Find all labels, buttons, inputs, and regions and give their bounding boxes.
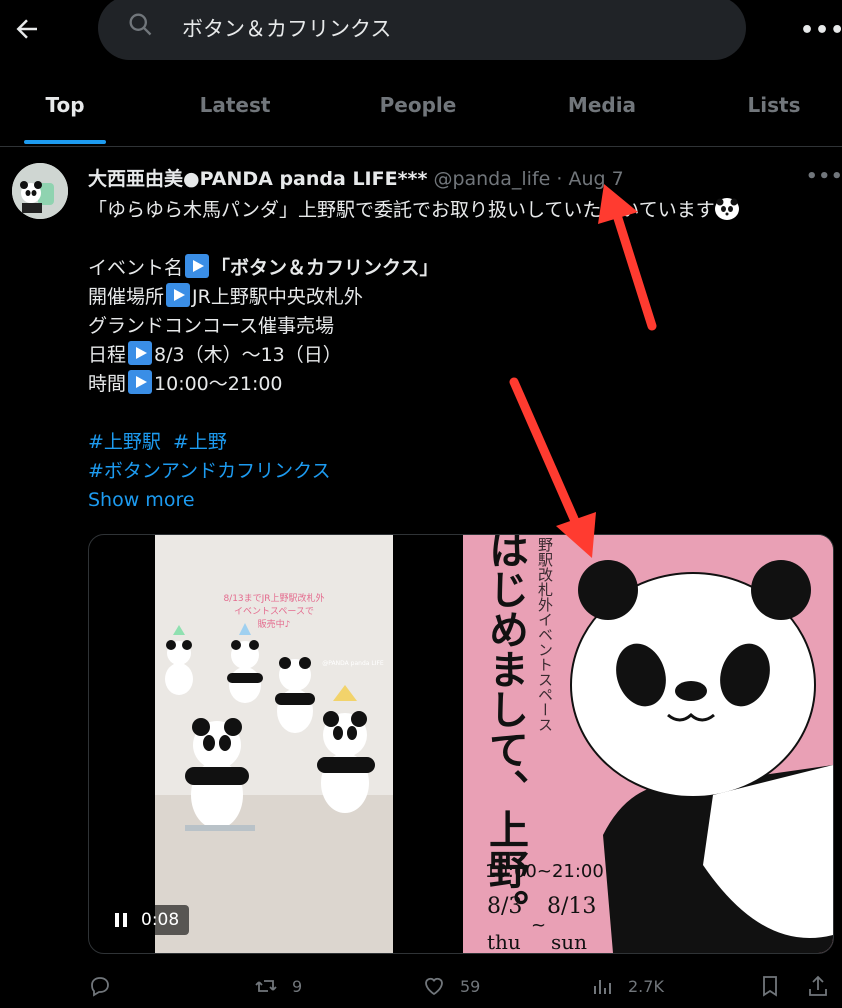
poster-end-date: 8/13 — [547, 894, 596, 919]
handle[interactable]: @panda_life — [433, 168, 550, 190]
tab-label: Media — [567, 93, 637, 117]
bookmark-button[interactable] — [758, 966, 782, 1006]
tab-label: People — [379, 93, 457, 117]
search-tabs: Top Latest People Media Lists — [0, 76, 842, 147]
poster-time: 10:00~21:00 — [485, 861, 604, 882]
avatar[interactable] — [12, 163, 68, 219]
search-input[interactable] — [180, 10, 724, 46]
tab-latest[interactable]: Latest — [180, 76, 290, 146]
text-line: 日程 — [88, 344, 127, 366]
text-line: 10:00〜21:00 — [154, 373, 283, 395]
video-watermark: @PANDA panda LIFE — [322, 660, 384, 667]
reply-icon — [91, 977, 109, 997]
text-line: グランドコンコース催事売場 — [88, 315, 335, 337]
tab-lists[interactable]: Lists — [726, 76, 822, 146]
video-caption: 8/13までJR上野駅改札外 — [223, 592, 324, 604]
share-button[interactable] — [806, 966, 830, 1006]
text-line: 開催場所 — [88, 286, 165, 308]
hashtag-link[interactable]: #上野 — [173, 431, 227, 453]
video-time-badge[interactable]: 0:08 — [105, 905, 189, 935]
retweet-count: 9 — [292, 976, 303, 996]
hashtag-link[interactable]: #ボタンアンドカフリンクス — [88, 460, 331, 482]
pause-icon[interactable] — [115, 913, 119, 927]
back-arrow-icon[interactable] — [12, 14, 42, 44]
panda-figurine — [275, 657, 315, 733]
text-line: 「ボタン＆カフリンクス」 — [211, 257, 439, 279]
search-icon — [126, 10, 154, 38]
reply-button[interactable] — [88, 966, 126, 1006]
view-count: 2.7K — [628, 976, 664, 996]
play-button-emoji-icon — [128, 370, 153, 394]
more-options-icon[interactable]: ••• — [800, 18, 842, 43]
video-caption: 販売中♪ — [258, 618, 291, 630]
tab-label: Top — [45, 93, 85, 117]
video-player[interactable]: 8/13までJR上野駅改札外 イベントスペースで 販売中♪ @PANDA pan… — [155, 535, 393, 953]
tab-people[interactable]: People — [360, 76, 476, 146]
like-count: 59 — [460, 976, 481, 996]
event-poster-image[interactable]: 野駅改札外イベントスペース はじめまして、上野。 10:00~21:00 8/3… — [463, 535, 833, 953]
text-line: 「ゆらゆら木馬パンダ」上野駅で委託でお取り扱いしていただいています — [88, 199, 715, 221]
text-line: イベント名 — [88, 257, 184, 279]
tab-label: Latest — [199, 93, 271, 117]
search-box[interactable] — [98, 0, 746, 60]
views-chart-icon — [594, 980, 611, 994]
video-duration: 0:08 — [141, 910, 180, 930]
bookmark-icon — [763, 976, 777, 997]
text-line: 時間 — [88, 373, 127, 395]
hashtag-link[interactable]: #上野駅 — [88, 431, 161, 453]
pause-icon-bar — [123, 913, 127, 927]
like-button[interactable]: 59 — [422, 966, 480, 1006]
views-button[interactable]: 2.7K — [590, 966, 664, 1006]
retweet-icon — [255, 980, 277, 992]
show-more-link[interactable]: Show more — [88, 489, 195, 511]
tweet-actions: 9 59 2.7K — [88, 966, 832, 1006]
tab-media[interactable]: Media — [548, 76, 656, 146]
tweet-text: 「ゆらゆら木馬パンダ」上野駅で委託でお取り扱いしていただいています イベント名 「… — [88, 196, 808, 515]
text-line: 8/3（木）〜13（日） — [154, 344, 342, 366]
poster-vertical-small-text: 野駅改札外イベントスペース — [536, 537, 554, 732]
retweet-button[interactable]: 9 — [254, 966, 302, 1006]
top-bar: ••• — [0, 0, 842, 62]
panda-emoji-icon — [714, 198, 739, 220]
poster-end-day: sun — [551, 930, 587, 953]
poster-tilde: ~ — [531, 915, 546, 936]
tweet-header: 大西亜由美●PANDA panda LIFE*** @panda_life · … — [88, 164, 808, 192]
poster-start-date: 8/3 — [487, 894, 522, 919]
play-button-emoji-icon — [128, 341, 153, 365]
active-tab-indicator — [24, 140, 106, 144]
text-line: JR上野駅中央改札外 — [192, 286, 363, 308]
display-name[interactable]: 大西亜由美●PANDA panda LIFE*** — [88, 168, 427, 190]
tweet-media[interactable]: 8/13までJR上野駅改札外 イベントスペースで 販売中♪ @PANDA pan… — [88, 534, 834, 954]
video-caption: イベントスペースで — [234, 607, 314, 617]
tweet-more-icon[interactable]: ••• — [806, 166, 842, 187]
share-icon — [809, 975, 827, 996]
play-button-emoji-icon — [166, 283, 191, 307]
poster-start-day: thu — [487, 930, 521, 953]
tweet-date[interactable]: Aug 7 — [568, 168, 623, 190]
separator: · — [556, 168, 563, 190]
tab-label: Lists — [747, 93, 801, 117]
play-button-emoji-icon — [185, 254, 210, 278]
heart-icon — [425, 977, 443, 996]
tab-top[interactable]: Top — [20, 76, 110, 146]
